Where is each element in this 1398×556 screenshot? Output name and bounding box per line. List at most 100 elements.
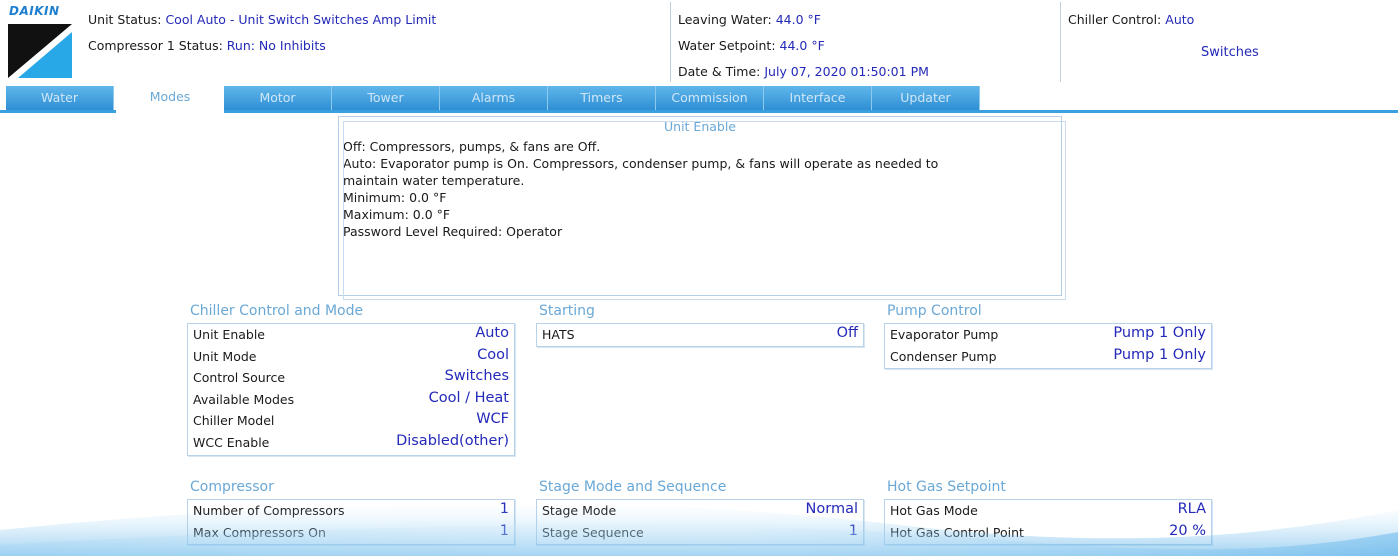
setting-value[interactable]: Pump 1 Only xyxy=(1113,325,1206,341)
date-time: Date & Time: July 07, 2020 01:50:01 PM xyxy=(678,64,929,79)
stage-mode-panel: Stage Mode Normal Stage Sequence 1 xyxy=(536,499,864,545)
setting-row-chiller-model[interactable]: Chiller Model WCF xyxy=(188,410,514,432)
water-setpoint-value: 44.0 °F xyxy=(779,38,825,53)
pump-control-panel: Evaporator Pump Pump 1 Only Condenser Pu… xyxy=(884,323,1212,369)
tab-timers[interactable]: Timers xyxy=(548,86,656,110)
chiller-control: Chiller Control: Auto xyxy=(1068,12,1194,27)
unit-status: Unit Status: Cool Auto - Unit Switch Swi… xyxy=(88,12,436,27)
setting-row-condenser-pump[interactable]: Condenser Pump Pump 1 Only xyxy=(885,346,1211,368)
setting-value[interactable]: 1 xyxy=(500,501,509,517)
water-setpoint-label: Water Setpoint: xyxy=(678,38,776,53)
setting-label: Chiller Model xyxy=(193,413,275,428)
logo-wordmark: DAIKIN xyxy=(9,4,60,18)
header-divider xyxy=(670,2,671,82)
logo-triangle-icon xyxy=(8,24,72,78)
setting-label: Number of Compressors xyxy=(193,503,345,518)
chiller-control-source: Switches xyxy=(1201,45,1259,60)
chiller-control-value: Auto xyxy=(1165,12,1195,27)
tab-alarms[interactable]: Alarms xyxy=(440,86,548,110)
leaving-water-label: Leaving Water: xyxy=(678,12,772,27)
tab-interface[interactable]: Interface xyxy=(764,86,872,110)
setting-label: WCC Enable xyxy=(193,434,270,450)
status-header: DAIKIN Unit Status: Cool Auto - Unit Swi… xyxy=(0,0,1398,84)
chiller-control-label: Chiller Control: xyxy=(1068,12,1162,27)
compressor-status-label: Compressor 1 Status: xyxy=(88,38,223,53)
setting-row-max-compressors-on[interactable]: Max Compressors On 1 xyxy=(188,522,514,544)
pump-control-title: Pump Control xyxy=(887,303,982,319)
setting-value[interactable]: 1 xyxy=(500,523,509,539)
unit-status-label: Unit Status: xyxy=(88,12,162,27)
help-line: Off: Compressors, pumps, & fans are Off. xyxy=(343,139,601,154)
setting-label: Stage Mode xyxy=(542,503,617,518)
chiller-control-mode-title: Chiller Control and Mode xyxy=(190,303,364,319)
help-line: Minimum: 0.0 °F xyxy=(343,190,447,205)
hot-gas-title: Hot Gas Setpoint xyxy=(887,479,1006,495)
tab-updater[interactable]: Updater xyxy=(872,86,980,110)
setting-row-evaporator-pump[interactable]: Evaporator Pump Pump 1 Only xyxy=(885,324,1211,346)
stage-mode-title: Stage Mode and Sequence xyxy=(539,479,727,495)
setting-value[interactable]: 1 xyxy=(849,523,858,539)
tab-commission[interactable]: Commission xyxy=(656,86,764,110)
compressor-title: Compressor xyxy=(190,479,274,495)
setting-row-unit-mode[interactable]: Unit Mode Cool xyxy=(188,346,514,368)
compressor-status-value: Run: No Inhibits xyxy=(226,38,326,53)
setting-row-stage-sequence[interactable]: Stage Sequence 1 xyxy=(537,522,863,544)
help-line: Password Level Required: Operator xyxy=(343,224,563,239)
setting-value[interactable]: Switches xyxy=(445,368,509,384)
setting-label: Hot Gas Control Point xyxy=(890,524,1024,540)
setting-value[interactable]: 20 % xyxy=(1169,523,1206,539)
daikin-logo: DAIKIN xyxy=(2,4,78,78)
setting-value[interactable]: Cool xyxy=(477,347,509,363)
setting-label: Available Modes xyxy=(193,391,295,407)
hot-gas-panel: Hot Gas Mode RLA Hot Gas Control Point 2… xyxy=(884,499,1212,545)
setting-row-stage-mode[interactable]: Stage Mode Normal xyxy=(537,500,863,522)
setting-row-unit-enable[interactable]: Unit Enable Auto xyxy=(188,324,514,346)
setting-row-hot-gas-control-point[interactable]: Hot Gas Control Point 20 % xyxy=(885,522,1211,544)
help-line: Maximum: 0.0 °F xyxy=(343,207,451,222)
date-time-value: July 07, 2020 01:50:01 PM xyxy=(764,64,929,79)
help-line: maintain water temperature. xyxy=(343,173,525,188)
starting-title: Starting xyxy=(539,303,595,319)
setting-row-control-source[interactable]: Control Source Switches xyxy=(188,367,514,389)
help-box-text: Off: Compressors, pumps, & fans are Off.… xyxy=(343,138,938,240)
setting-label: Control Source xyxy=(193,370,286,385)
help-line: Auto: Evaporator pump is On. Compressors… xyxy=(343,156,939,171)
tab-modes[interactable]: Modes xyxy=(116,85,224,113)
setting-label: Unit Enable xyxy=(193,327,265,342)
setting-row-hats[interactable]: HATS Off xyxy=(537,324,863,346)
setting-value[interactable]: Cool / Heat xyxy=(429,390,509,406)
setting-label: HATS xyxy=(542,327,575,342)
setting-row-available-modes[interactable]: Available Modes Cool / Heat xyxy=(188,389,514,411)
setting-label: Stage Sequence xyxy=(542,524,644,540)
setting-value[interactable]: Disabled(other) xyxy=(396,433,509,449)
date-time-label: Date & Time: xyxy=(678,64,761,79)
setting-row-wcc-enable[interactable]: WCC Enable Disabled(other) xyxy=(188,432,514,454)
setting-value[interactable]: Auto xyxy=(475,325,509,341)
header-divider xyxy=(1060,2,1061,82)
water-setpoint: Water Setpoint: 44.0 °F xyxy=(678,38,825,53)
setting-label: Unit Mode xyxy=(193,348,257,364)
setting-label: Condenser Pump xyxy=(890,348,997,364)
setting-row-hot-gas-mode[interactable]: Hot Gas Mode RLA xyxy=(885,500,1211,522)
help-box-title: Unit Enable xyxy=(664,119,736,134)
setting-label: Max Compressors On xyxy=(193,524,326,540)
unit-enable-help-box: Unit Enable Off: Compressors, pumps, & f… xyxy=(338,116,1066,300)
tab-motor[interactable]: Motor xyxy=(224,86,332,110)
setting-value[interactable]: WCF xyxy=(476,411,509,427)
setting-label: Evaporator Pump xyxy=(890,327,999,342)
compressor-status: Compressor 1 Status: Run: No Inhibits xyxy=(88,38,326,53)
leaving-water: Leaving Water: 44.0 °F xyxy=(678,12,821,27)
unit-status-value: Cool Auto - Unit Switch Switches Amp Lim… xyxy=(165,12,437,27)
starting-panel: HATS Off xyxy=(536,323,864,347)
tab-tower[interactable]: Tower xyxy=(332,86,440,110)
setting-value[interactable]: Off xyxy=(837,325,858,341)
chiller-control-mode-panel: Unit Enable Auto Unit Mode Cool Control … xyxy=(187,323,515,456)
leaving-water-value: 44.0 °F xyxy=(775,12,821,27)
compressor-panel: Number of Compressors 1 Max Compressors … xyxy=(187,499,515,545)
setting-row-number-of-compressors[interactable]: Number of Compressors 1 xyxy=(188,500,514,522)
tab-water[interactable]: Water xyxy=(6,86,114,110)
setting-value[interactable]: RLA xyxy=(1178,501,1206,517)
setting-label: Hot Gas Mode xyxy=(890,503,978,518)
setting-value[interactable]: Pump 1 Only xyxy=(1113,347,1206,363)
setting-value[interactable]: Normal xyxy=(806,501,858,517)
